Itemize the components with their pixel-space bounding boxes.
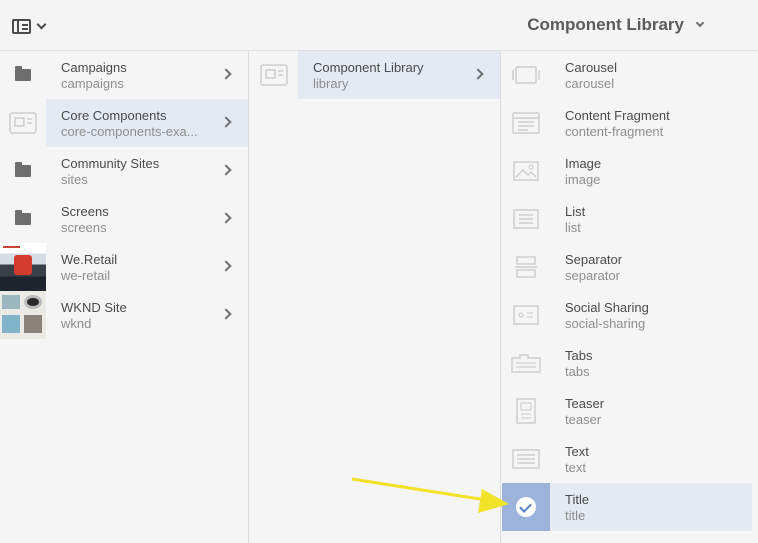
list-item-content-fragment[interactable]: Content Fragment content-fragment: [502, 99, 758, 147]
we-retail-thumbnail: [0, 243, 46, 291]
item-title: Campaigns: [61, 60, 127, 75]
folder-icon: [0, 195, 46, 243]
column-library: Component Library library: [250, 51, 501, 543]
content-fragment-icon: [502, 99, 550, 147]
item-name: screens: [61, 220, 107, 235]
item-title: Tabs: [565, 348, 593, 363]
component-icon: [250, 51, 298, 99]
page-title: Component Library: [527, 15, 684, 34]
item-name: separator: [565, 268, 620, 283]
list-item-community-sites[interactable]: Community Sites sites: [0, 147, 248, 195]
item-title: Screens: [61, 204, 109, 219]
image-icon: [502, 147, 550, 195]
item-title: Component Library: [313, 60, 424, 75]
item-name: carousel: [565, 76, 615, 91]
item-name: sites: [61, 172, 88, 187]
list-item-core-components[interactable]: Core Components core-components-exa...: [0, 99, 248, 147]
teaser-icon: [502, 387, 550, 435]
list-item-screens[interactable]: Screens screens: [0, 195, 248, 243]
item-name: social-sharing: [565, 316, 646, 331]
item-name: wknd: [61, 316, 92, 331]
list-item-carousel[interactable]: Carousel carousel: [502, 51, 758, 99]
folder-icon: [0, 51, 46, 99]
item-name: text: [565, 460, 586, 475]
carousel-icon: [502, 51, 550, 99]
title-menu[interactable]: Component Library: [527, 15, 705, 35]
separator-icon: [502, 243, 550, 291]
item-name: core-components-exa...: [61, 124, 198, 139]
list-item-we-retail[interactable]: We.Retail we-retail: [0, 243, 248, 291]
list-item-text[interactable]: Text text: [502, 435, 758, 483]
social-sharing-icon: [502, 291, 550, 339]
item-name: image: [565, 172, 601, 187]
chevron-right-icon[interactable]: [220, 260, 232, 272]
item-name: campaigns: [61, 76, 124, 91]
list-item-teaser[interactable]: Teaser teaser: [502, 387, 758, 435]
chevron-right-icon[interactable]: [220, 308, 232, 320]
wknd-thumbnail: [0, 291, 46, 339]
rail-toggle-icon: [12, 18, 31, 34]
list-item-image[interactable]: Image image: [502, 147, 758, 195]
list-item-separator[interactable]: Separator separator: [502, 243, 758, 291]
item-title: WKND Site: [61, 300, 127, 315]
item-title: Content Fragment: [565, 108, 670, 123]
top-bar: Component Library: [0, 0, 758, 51]
list-item-campaigns[interactable]: Campaigns campaigns: [0, 51, 248, 99]
item-name: teaser: [565, 412, 602, 427]
list-item-list[interactable]: List list: [502, 195, 758, 243]
item-name: we-retail: [61, 268, 111, 283]
list-item-social-sharing[interactable]: Social Sharing social-sharing: [502, 291, 758, 339]
list-item-title[interactable]: Title title: [502, 483, 758, 531]
item-name: list: [565, 220, 581, 235]
item-title: Core Components: [61, 108, 167, 123]
tabs-icon: [502, 339, 550, 387]
rail-toggle-button[interactable]: [12, 17, 56, 35]
item-title: Teaser: [565, 396, 605, 411]
chevron-down-icon: [695, 18, 705, 28]
item-title: Carousel: [565, 60, 618, 75]
item-name: title: [565, 508, 586, 523]
chevron-right-icon[interactable]: [220, 68, 232, 80]
item-name: tabs: [565, 364, 590, 379]
column-components: Carousel carousel Content Fragment conte…: [502, 51, 758, 543]
chevron-right-icon[interactable]: [220, 164, 232, 176]
item-title: Image: [565, 156, 602, 171]
item-title: Social Sharing: [565, 300, 649, 315]
list-item-tabs[interactable]: Tabs tabs: [502, 339, 758, 387]
folder-icon: [0, 147, 46, 195]
list-item-wknd-site[interactable]: WKND Site wknd: [0, 291, 248, 339]
item-title: Title: [565, 492, 590, 507]
component-icon: [0, 99, 46, 147]
item-name: content-fragment: [565, 124, 664, 139]
column-sites: Campaigns campaigns Core Components core…: [0, 51, 249, 543]
list-item-component-library[interactable]: Component Library library: [250, 51, 500, 99]
item-title: Community Sites: [61, 156, 160, 171]
item-title: List: [565, 204, 586, 219]
item-title: Text: [565, 444, 589, 459]
list-icon: [502, 195, 550, 243]
item-name: library: [313, 76, 349, 91]
chevron-down-icon: [36, 19, 47, 29]
text-icon: [502, 435, 550, 483]
item-title: We.Retail: [61, 252, 118, 267]
item-title: Separator: [565, 252, 623, 267]
chevron-right-icon[interactable]: [220, 212, 232, 224]
checkmark-icon[interactable]: [502, 483, 550, 531]
